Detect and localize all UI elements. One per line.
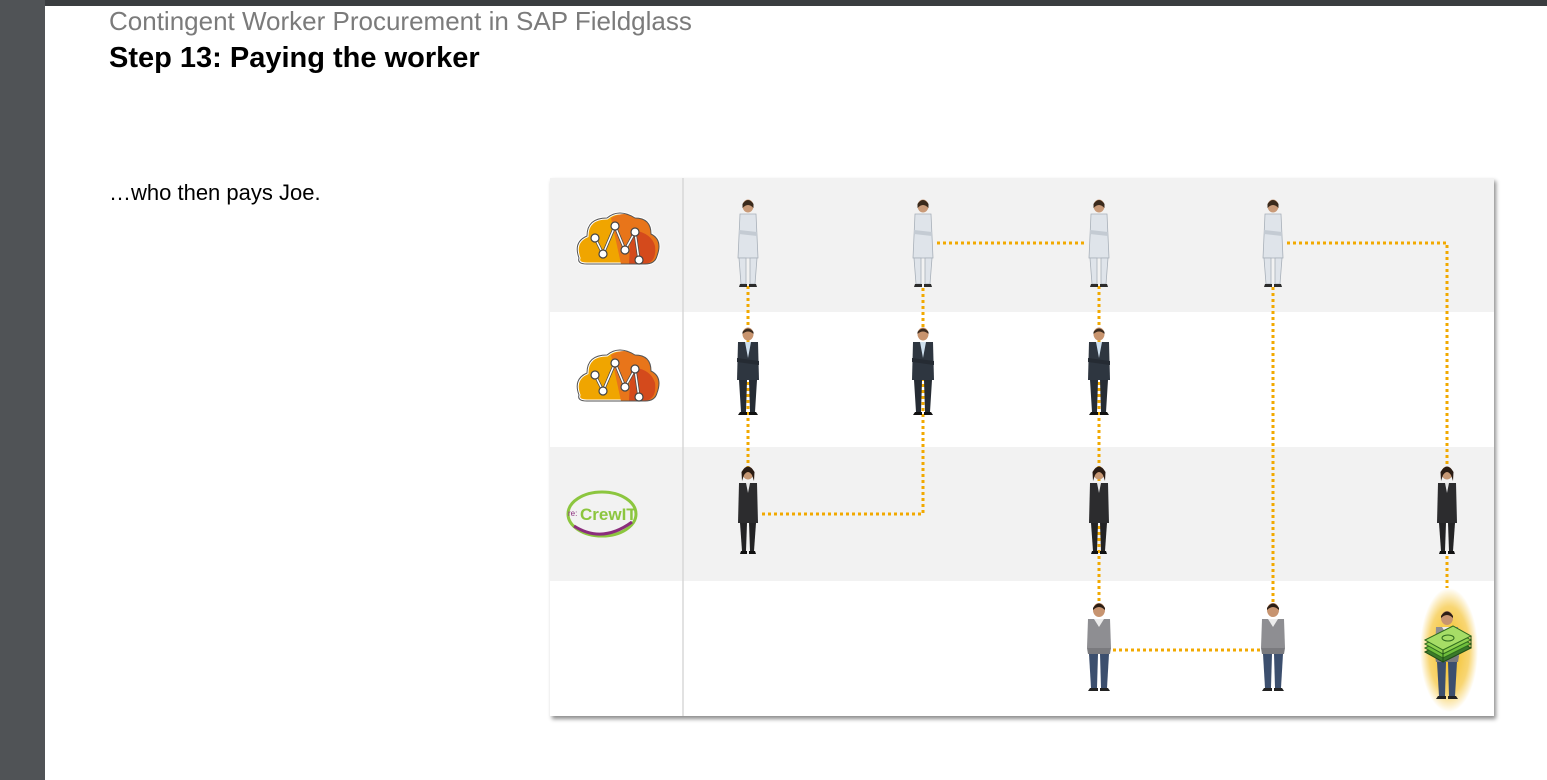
paid-worker-highlight: [1420, 588, 1478, 712]
lane-3: [550, 447, 1494, 581]
recrewit-prefix: re:: [568, 509, 577, 518]
recrewit-name: CrewIT: [580, 505, 637, 524]
slide-subtitle: Contingent Worker Procurement in SAP Fie…: [109, 6, 692, 36]
lane-4: [550, 581, 1494, 716]
payment-flow-diagram: re: CrewIT: [550, 178, 1494, 716]
slide-title: Step 13: Paying the worker: [109, 42, 480, 74]
viewer-side-panel: [0, 0, 45, 780]
lane-2: [550, 312, 1494, 447]
lane-1: [550, 178, 1494, 312]
slide-body-text: …who then pays Joe.: [109, 180, 321, 205]
